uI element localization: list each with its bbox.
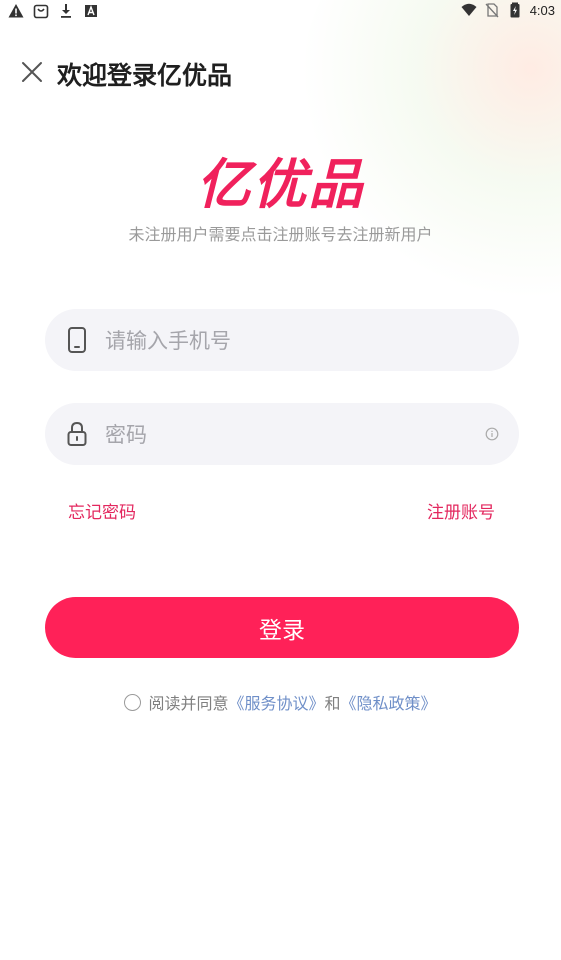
- service-agreement-link[interactable]: 《服务协议》: [228, 690, 324, 714]
- no-sim-icon: [485, 3, 499, 18]
- wifi-icon: [461, 3, 477, 16]
- phone-icon: [68, 327, 86, 353]
- lock-icon: [67, 421, 87, 446]
- battery-icon: [510, 2, 520, 18]
- close-icon[interactable]: [18, 58, 46, 86]
- download-icon: [61, 4, 71, 18]
- privacy-policy-link[interactable]: 《隐私政策》: [341, 690, 437, 714]
- status-left-icons: [8, 3, 99, 19]
- phone-input[interactable]: [103, 309, 487, 373]
- warning-icon: [8, 4, 24, 18]
- login-screen: 4:03 欢迎登录亿优品 亿优品 未注册用户需要点击注册账号去注册新用户 忘记密…: [0, 0, 561, 960]
- status-right-icons: 4:03: [461, 2, 555, 18]
- forgot-password-link[interactable]: 忘记密码: [68, 498, 136, 523]
- password-field: [45, 403, 519, 467]
- agreement-row: 阅读并同意 《服务协议》 和 《隐私政策》: [0, 690, 561, 714]
- eye-icon[interactable]: [485, 427, 499, 441]
- agreement-prefix: 阅读并同意: [148, 694, 229, 713]
- phone-field: [45, 309, 519, 373]
- brand-logo: 亿优品: [196, 153, 365, 216]
- font-app-icon: [85, 5, 97, 17]
- register-hint: 未注册用户需要点击注册账号去注册新用户: [128, 225, 433, 244]
- status-time: 4:03: [529, 2, 555, 18]
- password-input[interactable]: [103, 403, 487, 467]
- login-button[interactable]: 登录: [45, 597, 519, 658]
- register-account-link[interactable]: 注册账号: [427, 498, 495, 523]
- agreement-conjunction: 和: [324, 694, 341, 713]
- status-bar: 4:03: [0, 0, 561, 24]
- page-title: 欢迎登录亿优品: [57, 62, 233, 90]
- shopping-bag-icon: [33, 4, 49, 19]
- agreement-checkbox[interactable]: [124, 693, 142, 711]
